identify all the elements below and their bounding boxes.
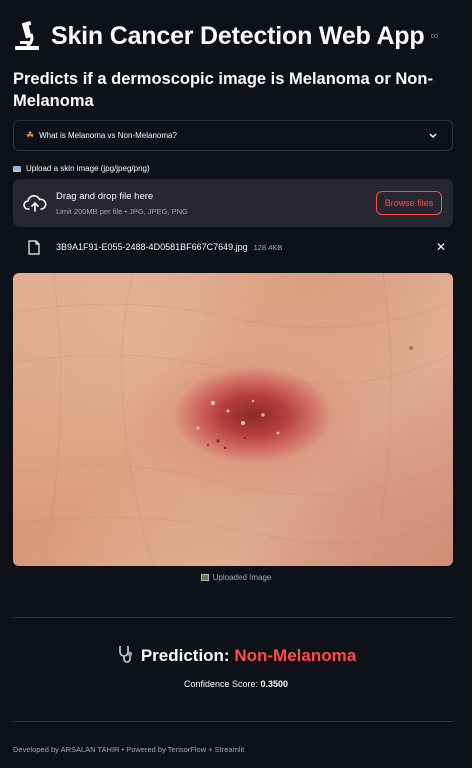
file-size: 128.4KB	[253, 242, 283, 252]
stethoscope-icon	[119, 646, 133, 663]
image-caption-text: Uploaded Image	[212, 573, 272, 582]
upload-label-text: Upload a skin image (jpg/jpeg/png)	[26, 164, 150, 173]
divider-bottom	[13, 721, 453, 722]
prediction-label: Prediction:	[140, 646, 230, 665]
file-name: 3B9A1F91-E055-2488-4D0581BF667C7649.jpg	[56, 242, 248, 252]
microscope-icon	[15, 21, 39, 50]
melanoma-info-expander[interactable]: ☘ What is Melanoma vs Non-Melanoma?	[13, 120, 453, 151]
clipboard-icon	[13, 165, 21, 172]
cloud-upload-icon	[23, 195, 47, 212]
framed-picture-icon	[200, 574, 209, 581]
remove-file-icon[interactable]: ✕	[436, 240, 446, 254]
dropzone-limit: Limit 200MB per file • JPG, JPEG, PNG	[56, 207, 188, 216]
file-dropzone[interactable]: Drag and drop file here Limit 200MB per …	[13, 179, 453, 227]
confidence-value: 0.3500	[260, 679, 289, 689]
image-caption: Uploaded Image	[0, 573, 472, 582]
leaf-icon: ☘	[26, 130, 35, 140]
uploaded-skin-image	[13, 273, 453, 566]
page-subtitle: Predicts if a dermoscopic image is Melan…	[13, 70, 433, 110]
dropzone-instructions: Drag and drop file here	[56, 191, 154, 202]
divider-top	[13, 617, 453, 618]
page-title-row: Skin Cancer Detection Web App ∞	[13, 18, 463, 54]
browse-files-button[interactable]: Browse files	[376, 191, 442, 215]
chevron-down-icon	[429, 132, 437, 138]
anchor-link-icon[interactable]: ∞	[430, 30, 438, 42]
page-title: Skin Cancer Detection Web App	[51, 21, 425, 50]
prediction-value: Non-Melanoma	[234, 646, 357, 665]
confidence-label: Confidence Score:	[183, 679, 258, 689]
footer-text: Developed by ARSALAN TAHIR • Powered by …	[13, 745, 245, 754]
uploaded-file-row: 3B9A1F91-E055-2488-4D0581BF667C7649.jpg …	[28, 237, 446, 257]
upload-label: Upload a skin image (jpg/jpeg/png)	[13, 164, 150, 173]
prediction-result: Prediction: Non-Melanoma	[0, 644, 472, 666]
confidence-score: Confidence Score: 0.3500	[0, 679, 472, 689]
expander-label: What is Melanoma vs Non-Melanoma?	[39, 131, 177, 140]
file-icon	[28, 239, 40, 255]
